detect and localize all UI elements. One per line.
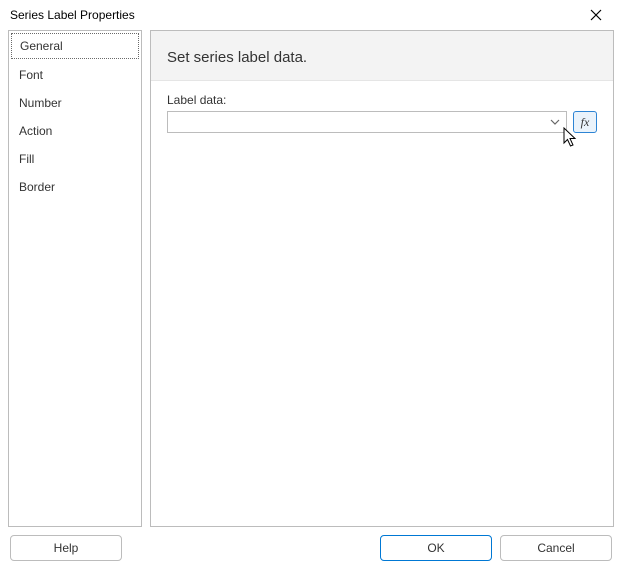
sidebar-item-label: General: [20, 39, 63, 53]
label-data-dropdown[interactable]: [167, 111, 567, 133]
main-panel: Set series label data. Label data: fx: [150, 30, 614, 527]
sidebar-item-label: Action: [19, 124, 52, 138]
label-data-label: Label data:: [167, 93, 597, 107]
sidebar-item-label: Fill: [19, 152, 34, 166]
category-sidebar: General Font Number Action Fill Border: [8, 30, 142, 527]
expression-button[interactable]: fx: [573, 111, 597, 133]
cancel-button-label: Cancel: [537, 541, 574, 555]
cancel-button[interactable]: Cancel: [500, 535, 612, 561]
sidebar-item-font[interactable]: Font: [9, 61, 141, 89]
ok-button-label: OK: [427, 541, 444, 555]
help-button-label: Help: [54, 541, 79, 555]
help-button[interactable]: Help: [10, 535, 122, 561]
panel-body: Label data: fx: [151, 81, 613, 145]
sidebar-item-border[interactable]: Border: [9, 173, 141, 201]
window-title: Series Label Properties: [10, 8, 135, 22]
close-icon: [590, 9, 602, 21]
button-group-right: OK Cancel: [380, 535, 612, 561]
ok-button[interactable]: OK: [380, 535, 492, 561]
button-bar: Help OK Cancel: [0, 527, 622, 569]
titlebar: Series Label Properties: [0, 0, 622, 30]
chevron-down-icon: [548, 115, 562, 129]
sidebar-item-fill[interactable]: Fill: [9, 145, 141, 173]
sidebar-item-label: Font: [19, 68, 43, 82]
sidebar-item-number[interactable]: Number: [9, 89, 141, 117]
fx-icon: fx: [581, 115, 590, 130]
label-data-row: fx: [167, 111, 597, 133]
sidebar-item-label: Number: [19, 96, 62, 110]
sidebar-item-label: Border: [19, 180, 55, 194]
sidebar-item-action[interactable]: Action: [9, 117, 141, 145]
close-button[interactable]: [576, 1, 616, 29]
content-area: General Font Number Action Fill Border S…: [0, 30, 622, 527]
panel-header: Set series label data.: [151, 31, 613, 81]
sidebar-item-general[interactable]: General: [11, 33, 139, 59]
